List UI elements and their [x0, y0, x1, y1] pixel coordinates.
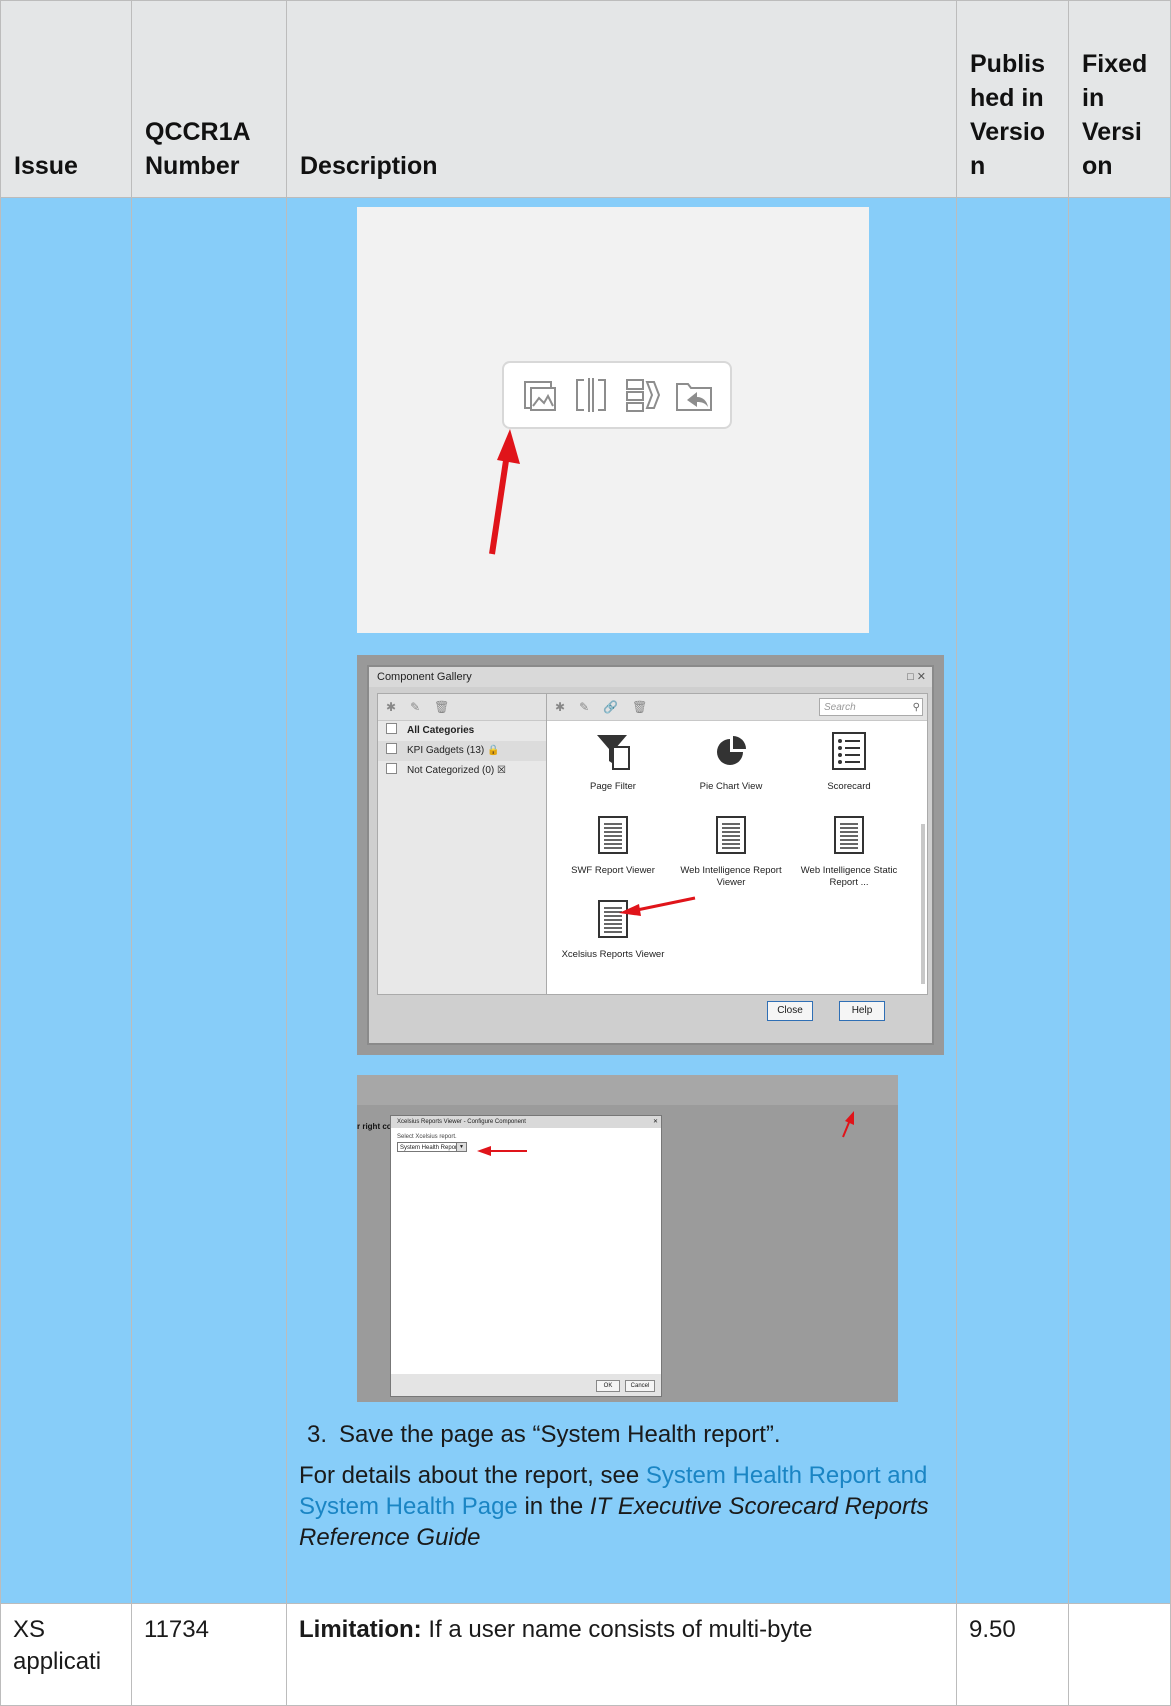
- details-paragraph: For details about the report, see System…: [299, 1462, 929, 1551]
- component-gallery-screenshot: Component Gallery □ ✕ ✱ ✎ 🗑 All Categori…: [357, 655, 944, 1055]
- published-cell: [956, 197, 1069, 1604]
- header-row: Issue QCCR1A Number Description Publis h…: [0, 0, 1171, 198]
- description-cell: Component Gallery □ ✕ ✱ ✎ 🗑 All Categori…: [286, 197, 957, 1604]
- table-row: Component Gallery □ ✕ ✱ ✎ 🗑 All Categori…: [0, 197, 1171, 1604]
- fixed-cell: [1068, 197, 1171, 1604]
- issue-cell: [0, 197, 132, 1604]
- description-cell: Limitation: If a user name consists of m…: [286, 1603, 957, 1706]
- qccr-cell: 11734: [131, 1603, 287, 1706]
- header-fixed-version: Fixed in Versi on: [1068, 0, 1171, 198]
- configure-component-screenshot: r right corn Xcelsius Reports Viewer - C…: [357, 1075, 898, 1402]
- red-arrow-icon: [489, 429, 520, 555]
- table-row: XS applicati 11734 Limitation: If a user…: [0, 1603, 1171, 1706]
- issues-table: Issue QCCR1A Number Description Publis h…: [0, 0, 1171, 1706]
- qccr-cell: [131, 197, 287, 1604]
- red-arrow-icon: [477, 1111, 854, 1156]
- fixed-cell: [1068, 1603, 1171, 1706]
- header-description: Description: [286, 0, 957, 198]
- red-arrow-icon: [619, 896, 696, 916]
- toolbar-screenshot: [357, 207, 869, 633]
- header-issue: Issue: [0, 0, 132, 198]
- step-3: 3. Save the page as “System Health report…: [307, 1421, 781, 1448]
- issue-cell: XS applicati: [0, 1603, 132, 1706]
- published-cell: 9.50: [956, 1603, 1069, 1706]
- header-published-version: Publis hed in Versio n: [956, 0, 1069, 198]
- header-qccr-number: QCCR1A Number: [131, 0, 287, 198]
